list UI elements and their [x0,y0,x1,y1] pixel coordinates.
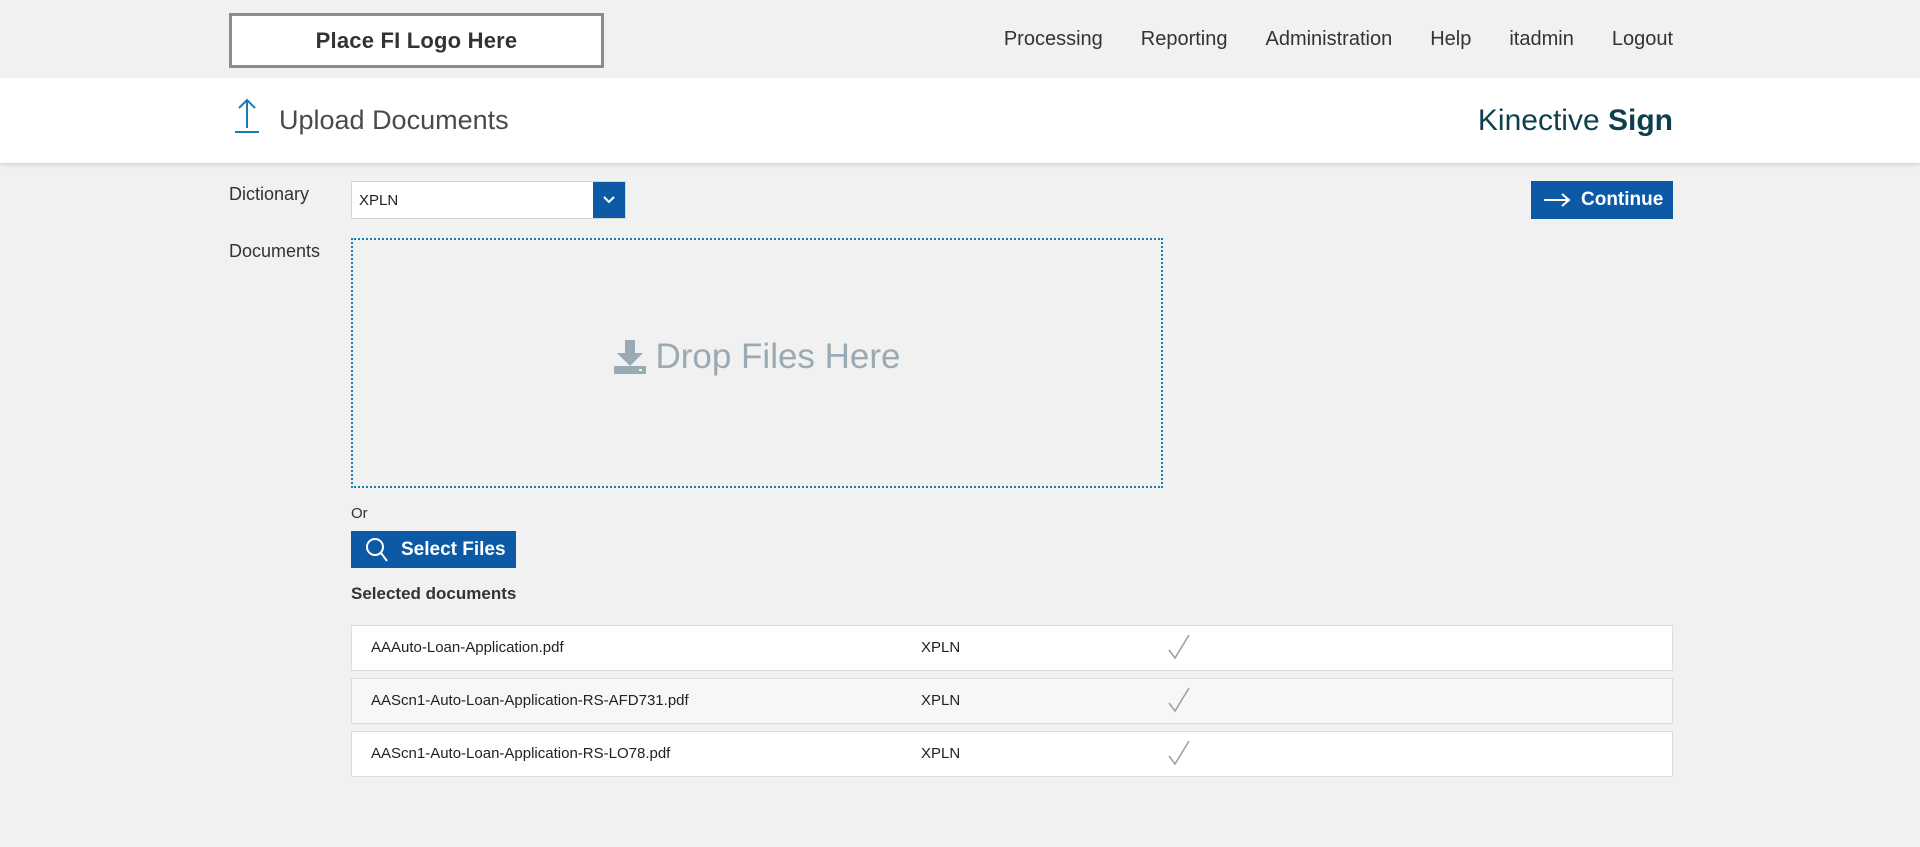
chevron-down-icon[interactable] [593,182,625,218]
document-dictionary: XPLN [921,745,961,762]
dictionary-selected-value: XPLN [359,192,399,209]
or-text: Or [351,505,368,522]
document-dictionary: XPLN [921,692,961,709]
table-row: AAScn1-Auto-Loan-Application-RS-LO78.pdf… [351,731,1673,777]
dictionary-label: Dictionary [229,184,310,204]
arrow-right-icon [1544,193,1571,207]
logo-text: Place FI Logo Here [315,27,518,53]
checkmark-icon [1168,687,1190,713]
nav-reporting[interactable]: Reporting [1141,28,1228,51]
fi-logo-placeholder: Place FI Logo Here [229,13,604,68]
nav-logout[interactable]: Logout [1612,28,1673,51]
document-name: AAScn1-Auto-Loan-Application-RS-LO78.pdf [371,745,671,762]
dictionary-select[interactable]: XPLN [351,181,626,219]
file-drop-zone[interactable]: Drop Files Here [351,238,1163,488]
document-dictionary: XPLN [921,639,961,656]
selected-documents-heading: Selected documents [351,584,517,603]
continue-label: Continue [1581,189,1664,210]
nav-help[interactable]: Help [1430,28,1471,51]
checkmark-icon [1168,634,1190,660]
brand-bold: Sign [1608,104,1673,137]
document-name: AAScn1-Auto-Loan-Application-RS-AFD731.p… [371,692,689,709]
upload-icon [235,98,259,133]
select-files-button[interactable]: Select Files [351,531,516,568]
search-icon [366,537,388,562]
table-row: AAScn1-Auto-Loan-Application-RS-AFD731.p… [351,678,1673,724]
drop-files-text: Drop Files Here [655,337,901,376]
nav-user[interactable]: itadmin [1509,28,1573,51]
documents-label: Documents [229,241,321,261]
top-bar: Place FI Logo Here Processing Reporting … [0,0,1920,78]
document-name: AAAuto-Loan-Application.pdf [371,639,564,656]
brand-logo: Kinective Sign [1478,104,1673,138]
brand-regular: Kinective [1477,104,1608,137]
download-icon [614,340,647,374]
table-row: AAAuto-Loan-Application.pdf XPLN [351,625,1673,671]
continue-button[interactable]: Continue [1531,181,1673,219]
page-title: Upload Documents [279,105,509,135]
main-nav: Processing Reporting Administration Help… [966,28,1673,51]
select-files-label: Select Files [401,538,506,560]
nav-administration[interactable]: Administration [1265,28,1392,51]
checkmark-icon [1168,740,1190,766]
nav-processing[interactable]: Processing [1004,28,1103,51]
